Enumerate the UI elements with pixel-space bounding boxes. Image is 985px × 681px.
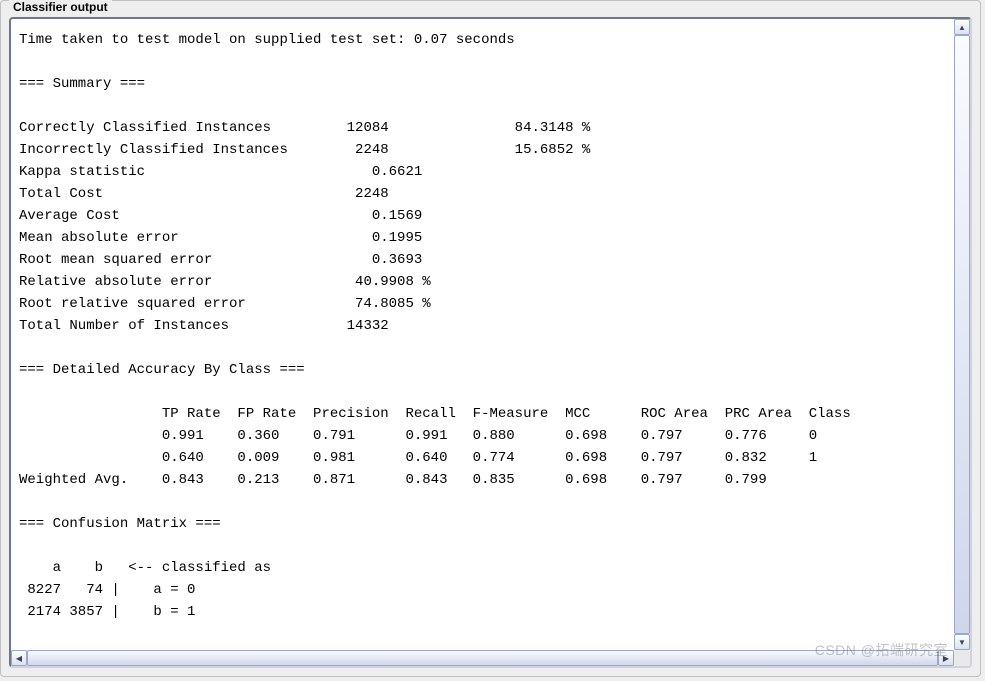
scroll-corner [954, 650, 970, 666]
classifier-output-panel: Classifier output Time taken to test mod… [0, 0, 981, 677]
vertical-scroll-thumb[interactable] [954, 35, 970, 634]
scroll-right-button[interactable]: ▶ [938, 650, 954, 666]
scroll-down-button[interactable]: ▼ [954, 634, 970, 650]
horizontal-scroll-thumb[interactable] [27, 650, 938, 666]
vertical-scroll-track[interactable] [954, 35, 970, 634]
classifier-output-text[interactable]: Time taken to test model on supplied tes… [19, 29, 946, 623]
output-viewport[interactable]: Time taken to test model on supplied tes… [11, 19, 954, 666]
horizontal-scroll-track[interactable] [27, 650, 938, 666]
horizontal-scrollbar[interactable]: ◀ ▶ [11, 650, 954, 666]
vertical-scrollbar[interactable]: ▲ ▼ [954, 19, 970, 650]
panel-title: Classifier output [9, 0, 112, 14]
scroll-up-button[interactable]: ▲ [954, 19, 970, 35]
output-frame: Time taken to test model on supplied tes… [9, 17, 972, 668]
scroll-left-button[interactable]: ◀ [11, 650, 27, 666]
